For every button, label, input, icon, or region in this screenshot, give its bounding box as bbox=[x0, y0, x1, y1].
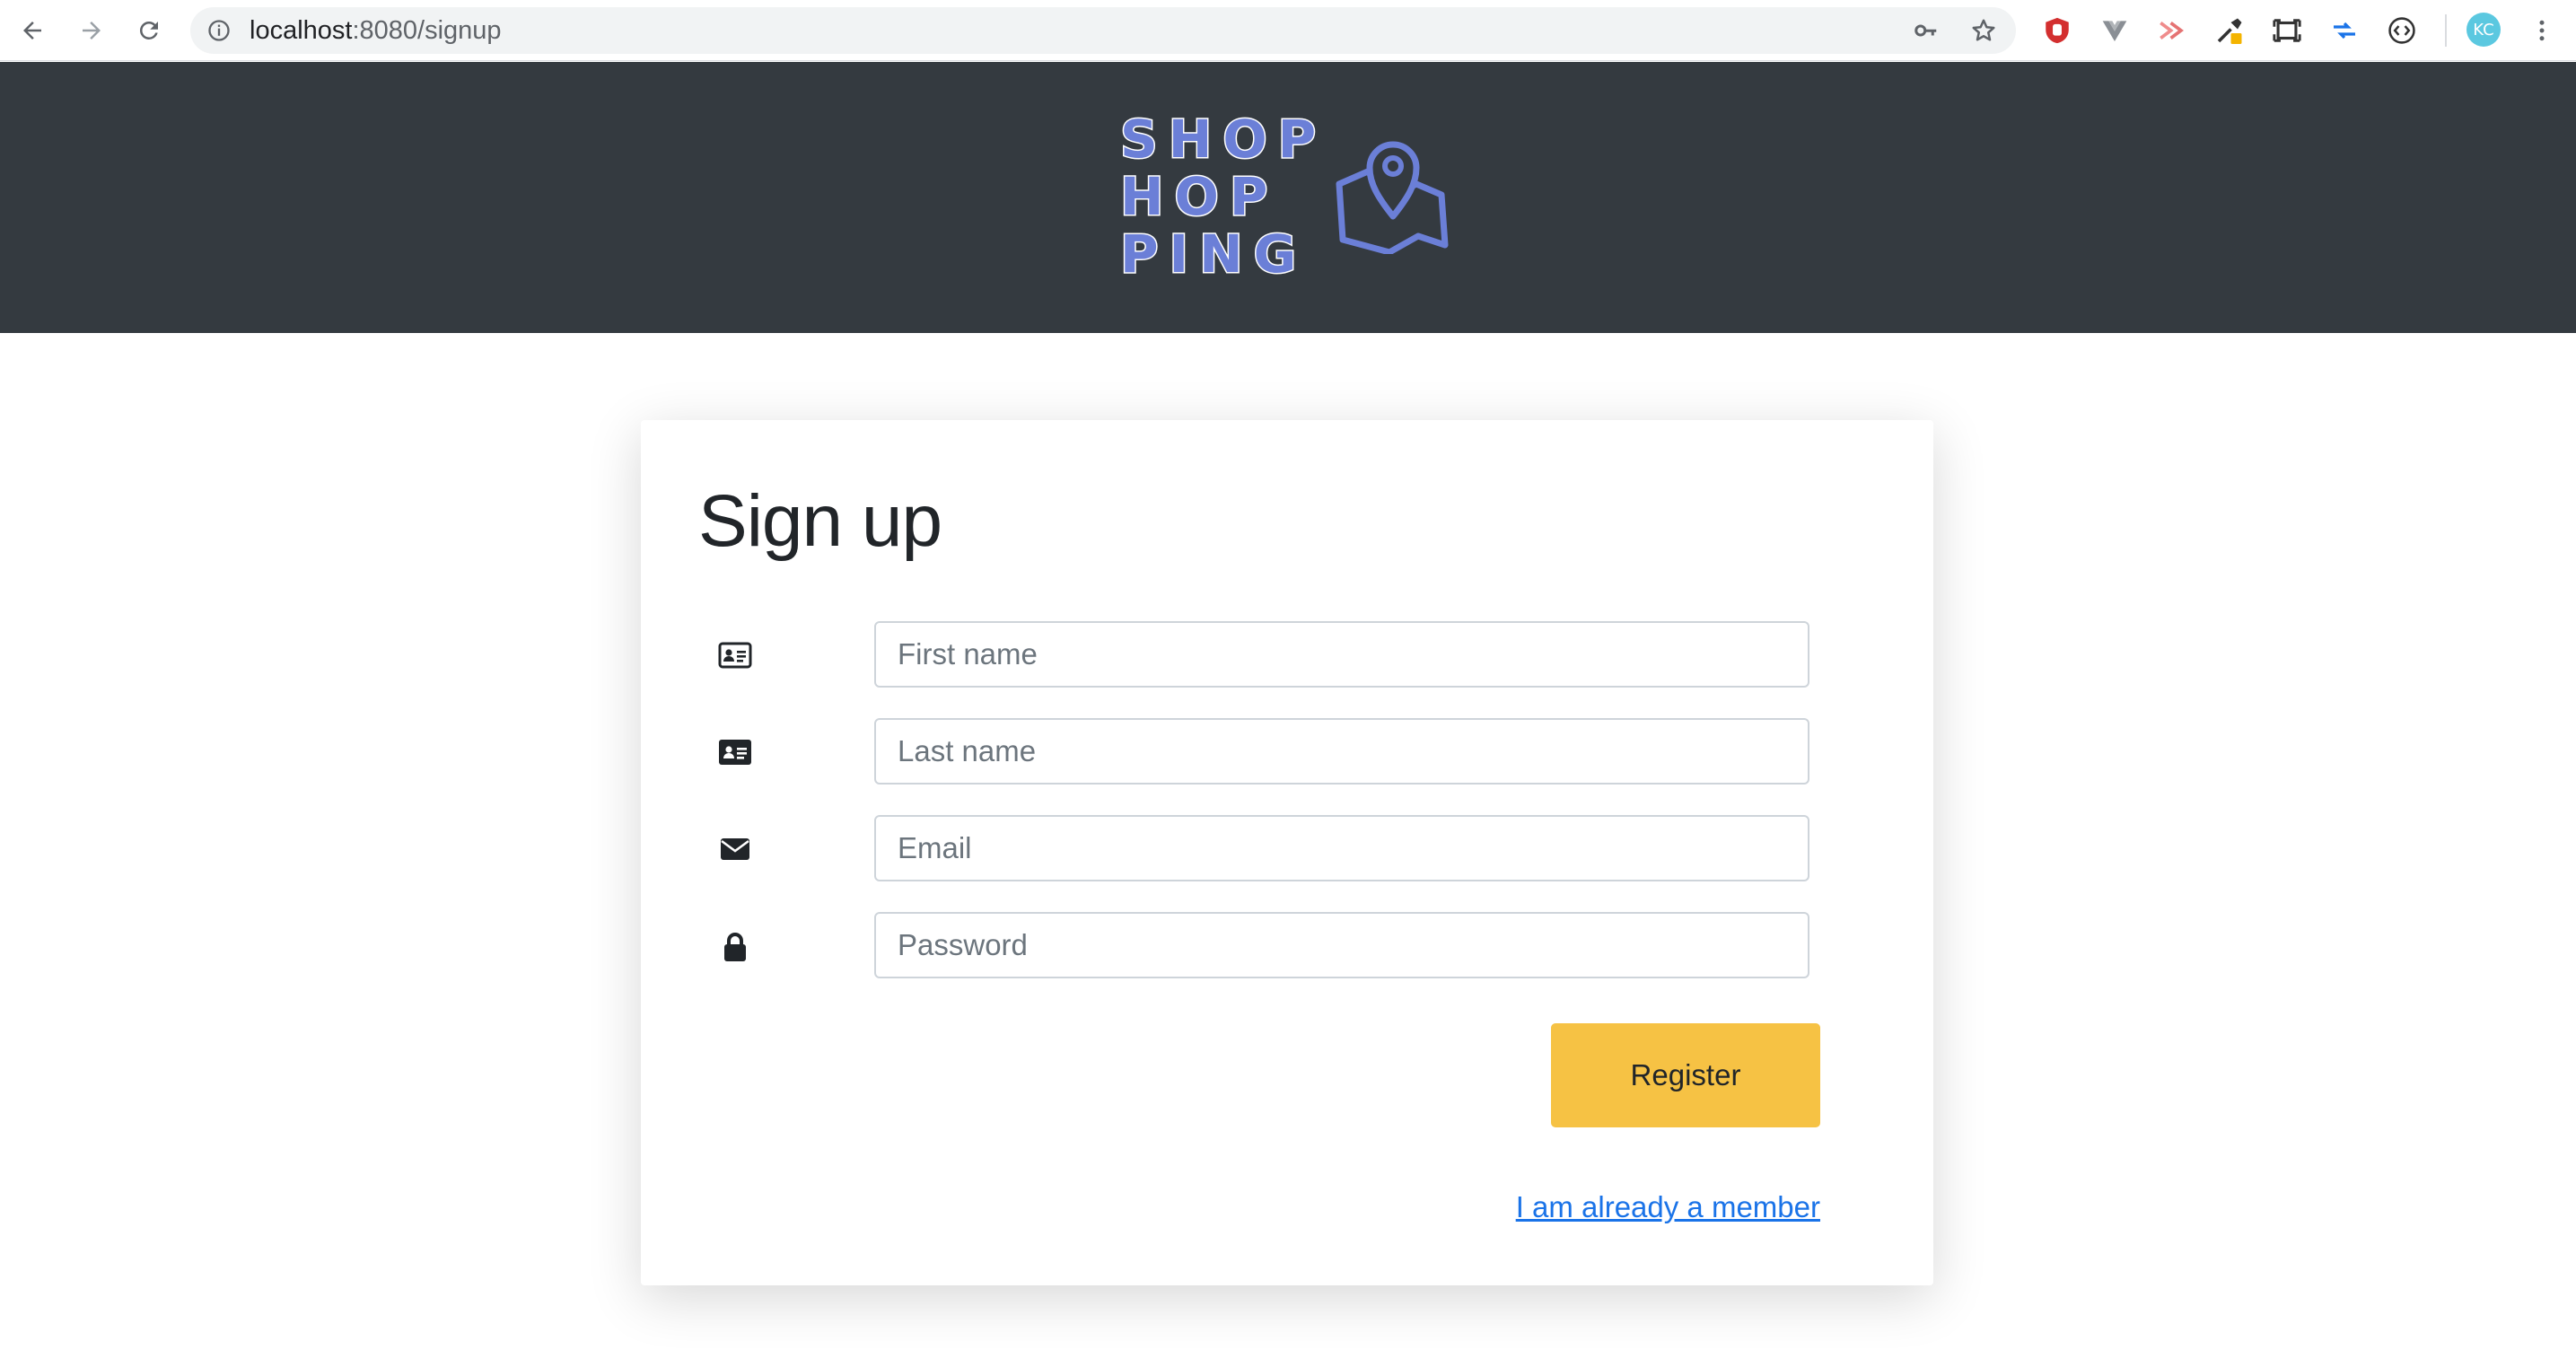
page-title: Sign up bbox=[698, 480, 942, 562]
logo-line-2: HOP bbox=[1118, 166, 1279, 227]
redux-devtools-icon[interactable] bbox=[2154, 13, 2190, 48]
lock-icon bbox=[718, 930, 752, 964]
profile-avatar[interactable]: KC bbox=[2466, 13, 2501, 47]
forward-button[interactable] bbox=[74, 13, 110, 48]
map-pin-icon bbox=[1336, 141, 1449, 254]
reload-icon bbox=[139, 21, 158, 39]
reload-button[interactable] bbox=[131, 13, 167, 48]
eyedropper-icon[interactable] bbox=[2212, 13, 2247, 48]
arrow-left-icon bbox=[23, 22, 41, 39]
back-button[interactable] bbox=[14, 13, 50, 48]
star-icon[interactable] bbox=[1969, 16, 1998, 45]
register-button[interactable]: Register bbox=[1551, 1023, 1820, 1127]
arrow-right-icon bbox=[83, 22, 101, 39]
url-host: localhost bbox=[250, 16, 353, 45]
envelope-icon bbox=[718, 832, 752, 866]
logo-line-3: PING bbox=[1118, 224, 1308, 285]
id-card-filled-icon bbox=[718, 735, 752, 769]
last-name-field[interactable] bbox=[874, 718, 1809, 785]
vue-devtools-icon[interactable] bbox=[2097, 13, 2133, 48]
profile-initials: KC bbox=[2473, 20, 2494, 39]
url-text[interactable]: localhost:8080/signup bbox=[250, 7, 502, 54]
code-icon[interactable] bbox=[2384, 13, 2420, 48]
browser-toolbar: localhost:8080/signup KC bbox=[0, 0, 2576, 61]
first-name-field[interactable] bbox=[874, 621, 1809, 688]
logo-line-1: SHOP bbox=[1118, 109, 1327, 170]
arrows-icon[interactable] bbox=[2326, 13, 2362, 48]
screenshot-icon[interactable] bbox=[2269, 13, 2305, 48]
key-icon[interactable] bbox=[1912, 16, 1941, 45]
ublock-icon[interactable] bbox=[2039, 13, 2075, 48]
address-bar[interactable]: localhost:8080/signup bbox=[190, 7, 2016, 54]
email-field[interactable] bbox=[874, 815, 1809, 881]
password-field[interactable] bbox=[874, 912, 1809, 978]
shophopping-logo[interactable]: SHOP HOP PING bbox=[1118, 109, 1461, 290]
logo-wordmark: SHOP HOP PING bbox=[1118, 109, 1327, 285]
kebab-menu-icon[interactable] bbox=[2524, 13, 2560, 48]
info-icon[interactable] bbox=[206, 18, 232, 43]
site-header: SHOP HOP PING bbox=[0, 62, 2576, 333]
id-card-outline-icon bbox=[718, 638, 752, 672]
signup-card: Sign up Register I am already a member bbox=[641, 420, 1933, 1285]
already-member-link[interactable]: I am already a member bbox=[1516, 1190, 1820, 1224]
url-path: :8080/signup bbox=[352, 16, 502, 45]
toolbar-divider bbox=[2445, 14, 2447, 47]
